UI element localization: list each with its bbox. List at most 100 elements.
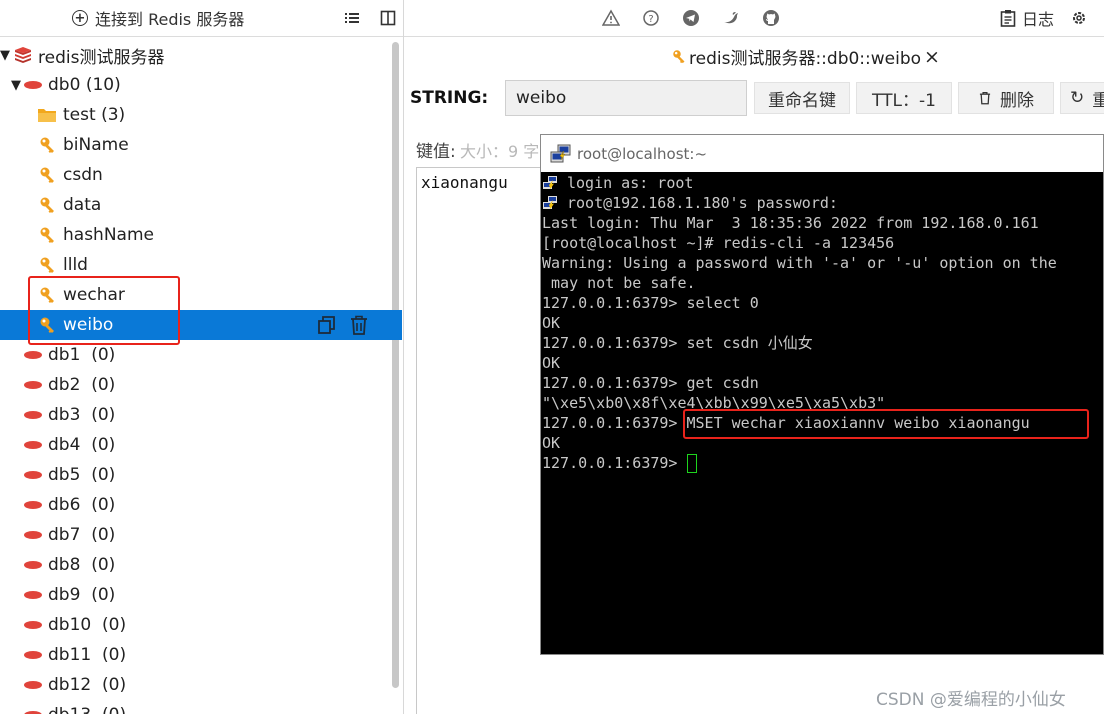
telegram-icon[interactable]	[682, 9, 700, 27]
db-node[interactable]: db9 (0)	[0, 580, 402, 610]
key-icon	[40, 227, 54, 243]
folder-count: (3)	[101, 105, 126, 125]
key-label: hashName	[63, 225, 154, 245]
rename-key-button[interactable]: 重命名键	[754, 82, 850, 114]
delete-key-label: 删除	[1000, 90, 1034, 111]
database-icon	[24, 381, 42, 389]
connect-server-button[interactable]: + 连接到 Redis 服务器	[72, 7, 244, 29]
key-icon	[40, 137, 54, 153]
left-panel: + 连接到 Redis 服务器 ▼ redis测试服务器 ▼ db0 (10)	[0, 0, 404, 714]
ttl-button[interactable]: TTL：-1	[856, 82, 952, 114]
database-icon	[24, 411, 42, 419]
terminal-line: 127.0.0.1:6379> select 0	[542, 293, 1103, 313]
db-label: db6	[48, 495, 81, 515]
row-actions	[316, 314, 370, 336]
github-icon[interactable]	[762, 9, 780, 27]
terminal-title: root@localhost:~	[577, 144, 708, 163]
key-name-input[interactable]	[505, 80, 747, 116]
key-type-label: STRING:	[410, 88, 489, 108]
help-icon[interactable]: ?	[642, 9, 660, 27]
db-label: db3	[48, 405, 81, 425]
db-count: (0)	[91, 495, 116, 515]
db-count: (0)	[91, 405, 116, 425]
expand-caret-icon[interactable]: ▼	[0, 48, 13, 63]
db-node[interactable]: db6 (0)	[0, 490, 402, 520]
putty-icon	[543, 196, 557, 209]
key-node[interactable]: biName	[0, 130, 402, 160]
db-node[interactable]: db8 (0)	[0, 550, 402, 580]
db-count: (0)	[91, 435, 116, 455]
tab-title: redis测试服务器::db0::weibo	[689, 49, 922, 69]
terminal-line: Last login: Thu Mar 3 18:35:36 2022 from…	[542, 213, 1103, 233]
key-label: csdn	[63, 165, 103, 185]
tab-bar: redis测试服务器::db0::weibo ×	[404, 38, 1104, 74]
warning-icon[interactable]	[602, 9, 620, 27]
server-label: redis测试服务器	[38, 47, 165, 68]
db-node[interactable]: db12 (0)	[0, 670, 402, 700]
db-node[interactable]: db5 (0)	[0, 460, 402, 490]
highlight-box-mset	[683, 409, 1089, 439]
db0-count: (10)	[85, 75, 121, 95]
db-count: (0)	[91, 375, 116, 395]
db-node[interactable]: db13 (0)	[0, 700, 402, 714]
db-node[interactable]: db2 (0)	[0, 370, 402, 400]
right-toolbar	[404, 0, 1104, 37]
terminal-line-text: may not be safe.	[542, 274, 696, 292]
terminal-line-text: OK	[542, 314, 561, 332]
db-label: db10	[48, 615, 92, 635]
connect-server-label: 连接到 Redis 服务器	[95, 10, 245, 29]
folder-node[interactable]: test (3)	[0, 100, 402, 130]
log-button[interactable]: 日志	[1000, 6, 1054, 30]
trash-icon[interactable]	[348, 314, 370, 336]
key-node[interactable]: data	[0, 190, 402, 220]
redis-logo-icon	[15, 47, 31, 63]
close-tab-icon[interactable]: ×	[924, 46, 940, 68]
tab-key-weibo[interactable]: redis测试服务器::db0::weibo ×	[672, 44, 940, 69]
terminal-line: login as: root	[542, 173, 1103, 193]
terminal-line: OK	[542, 353, 1103, 373]
terminal-line-text: OK	[542, 354, 561, 372]
key-icon	[40, 167, 54, 183]
terminal-line-text: Last login: Thu Mar 3 18:35:36 2022 from…	[542, 214, 1039, 232]
key-icon	[40, 257, 54, 273]
db-node[interactable]: db3 (0)	[0, 400, 402, 430]
settings-icon[interactable]	[1070, 9, 1088, 27]
db-label: db8	[48, 555, 81, 575]
db-node[interactable]: db4 (0)	[0, 430, 402, 460]
key-node[interactable]: hashName	[0, 220, 402, 250]
terminal-line-text: [root@localhost ~]# redis-cli -a 123456	[542, 234, 895, 252]
key-node[interactable]: csdn	[0, 160, 402, 190]
db-count: (0)	[91, 525, 116, 545]
terminal-line-text: 127.0.0.1:6379> set csdn 小仙女	[542, 334, 813, 352]
terminal-titlebar[interactable]: root@localhost:~	[541, 135, 1103, 172]
db-node[interactable]: db10 (0)	[0, 610, 402, 640]
log-label: 日志	[1022, 10, 1055, 29]
db-node[interactable]: db11 (0)	[0, 640, 402, 670]
folder-icon	[38, 109, 56, 122]
copy-icon[interactable]	[316, 314, 338, 336]
reload-key-button[interactable]: ↻ 重	[1060, 82, 1104, 114]
key-label: data	[63, 195, 102, 215]
terminal-line-text: 127.0.0.1:6379> select 0	[542, 294, 759, 312]
delete-key-button[interactable]: 删除	[958, 82, 1054, 114]
server-node[interactable]: ▼ redis测试服务器	[0, 40, 402, 70]
db-label: db13	[48, 705, 91, 714]
key-label: llld	[63, 255, 88, 275]
value-label: 键值:	[416, 142, 456, 162]
terminal-line: 127.0.0.1:6379>	[542, 453, 1103, 473]
database-icon	[24, 441, 42, 449]
value-editor[interactable]	[416, 167, 546, 714]
terminal-line: 127.0.0.1:6379> set csdn 小仙女	[542, 333, 1103, 353]
svg-text:?: ?	[648, 14, 653, 25]
twitter-icon[interactable]	[722, 9, 740, 27]
terminal-line: root@192.168.1.180's password:	[542, 193, 1103, 213]
db0-node[interactable]: ▼ db0 (10)	[0, 70, 402, 100]
expand-caret-icon[interactable]: ▼	[11, 78, 24, 93]
list-icon[interactable]	[343, 9, 361, 27]
terminal-window[interactable]: root@localhost:~ login as: root root@192.…	[540, 134, 1104, 655]
db-count: (0)	[91, 585, 116, 605]
database-icon	[24, 351, 42, 359]
split-panel-icon[interactable]	[379, 9, 397, 27]
terminal-line-text: 127.0.0.1:6379> get csdn	[542, 374, 759, 392]
db-node[interactable]: db7 (0)	[0, 520, 402, 550]
